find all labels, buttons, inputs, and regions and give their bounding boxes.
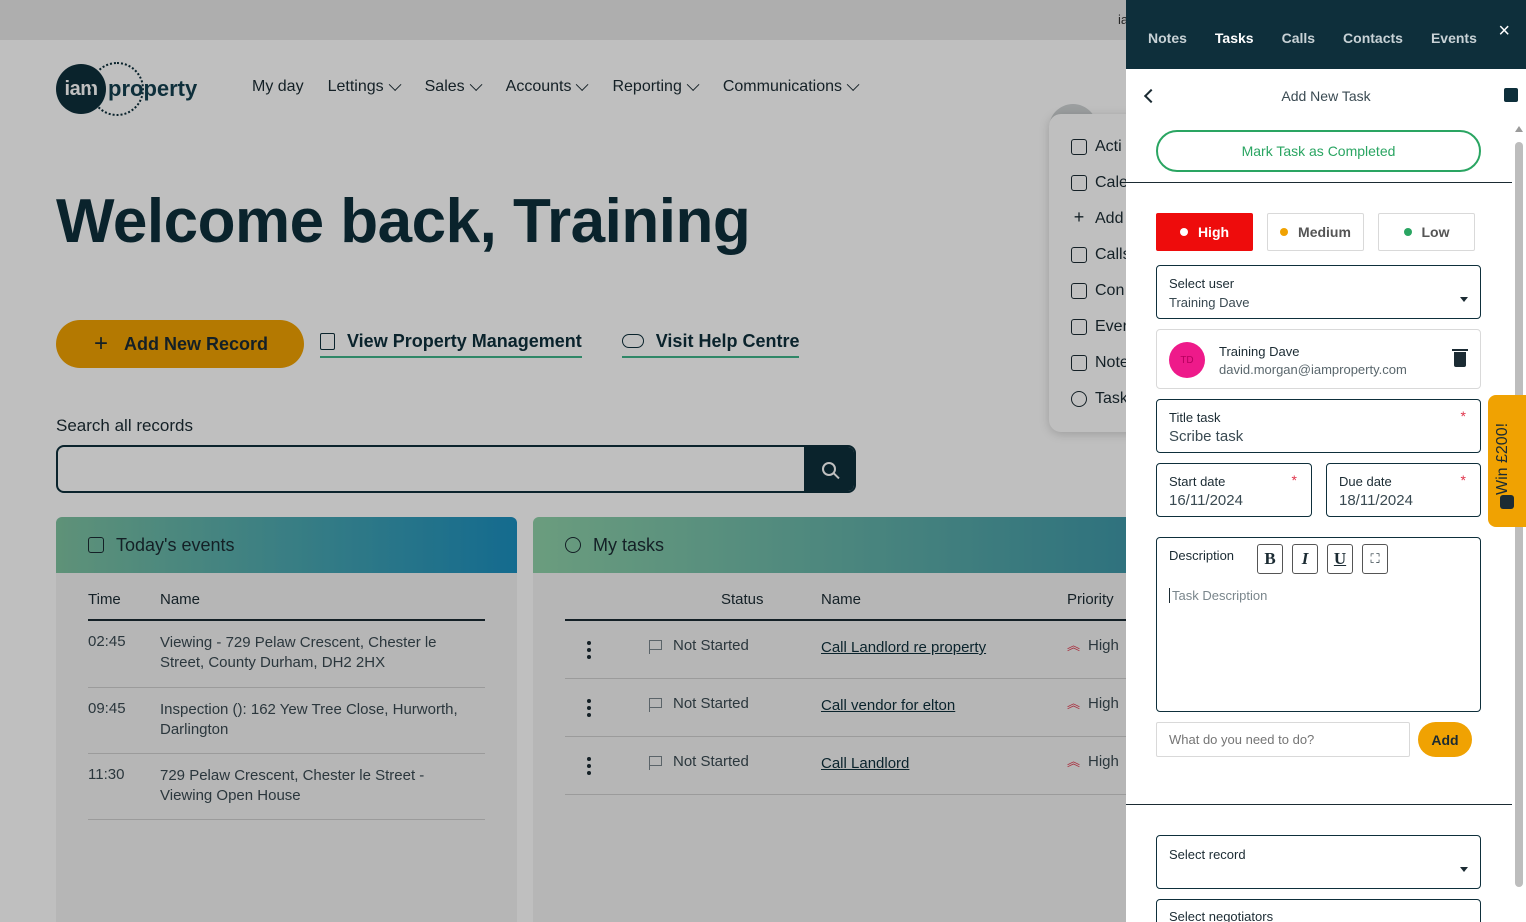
- description-editor[interactable]: Description B I U ⛶ Task Description: [1156, 537, 1481, 712]
- panel-sub-header: Add New Task: [1126, 69, 1526, 123]
- priority-low-button[interactable]: Low: [1378, 213, 1475, 251]
- avatar: TD: [1169, 342, 1205, 378]
- bold-button[interactable]: B: [1257, 544, 1283, 574]
- select-record-dropdown[interactable]: Select record: [1156, 835, 1481, 889]
- tab-events[interactable]: Events: [1431, 30, 1477, 46]
- scroll-up-arrow-icon[interactable]: [1515, 126, 1523, 132]
- select-user-dropdown[interactable]: Select user Training Dave: [1156, 265, 1481, 319]
- required-marker: *: [1460, 408, 1466, 424]
- description-placeholder[interactable]: Task Description: [1169, 588, 1267, 603]
- due-date-value: 18/11/2024: [1339, 492, 1413, 509]
- select-user-value: Training Dave: [1169, 295, 1250, 310]
- dropdown-caret-icon: [1460, 297, 1468, 302]
- priority-medium-button[interactable]: Medium: [1267, 213, 1364, 251]
- assigned-user-card: TD Training Dave david.morgan@iampropert…: [1156, 329, 1481, 389]
- user-name: Training Dave: [1219, 344, 1300, 359]
- tab-tasks[interactable]: Tasks: [1215, 30, 1254, 46]
- panel-title: Add New Task: [1281, 88, 1371, 104]
- priority-medium-label: Medium: [1298, 224, 1351, 240]
- priority-dot: [1403, 228, 1412, 236]
- close-icon[interactable]: ×: [1498, 20, 1510, 43]
- add-todo-button[interactable]: Add: [1418, 722, 1472, 757]
- select-negotiators-label: Select negotiators: [1169, 909, 1274, 922]
- todo-input[interactable]: [1156, 722, 1410, 757]
- win-promo-tab[interactable]: Win £200!: [1488, 395, 1526, 527]
- select-record-label: Select record: [1169, 847, 1246, 862]
- title-task-field[interactable]: Title task * Scribe task: [1156, 399, 1481, 453]
- expand-icon[interactable]: ⛶: [1362, 544, 1388, 574]
- select-user-label: Select user: [1169, 276, 1235, 291]
- divider: [1126, 182, 1512, 183]
- description-label: Description: [1169, 548, 1235, 563]
- priority-high-button[interactable]: High: [1156, 213, 1253, 251]
- win-promo-label: Win £200!: [1494, 422, 1511, 495]
- tab-contacts[interactable]: Contacts: [1343, 30, 1403, 46]
- panel-tabs: Notes Tasks Calls Contacts Events: [1148, 30, 1505, 46]
- task-side-panel: Notes Tasks Calls Contacts Events × Add …: [1126, 0, 1526, 922]
- title-task-label: Title task: [1169, 410, 1221, 425]
- description-toolbar: B I U ⛶: [1257, 544, 1397, 574]
- priority-dot: [1280, 228, 1289, 236]
- priority-low-label: Low: [1421, 224, 1450, 240]
- gift-icon: [1500, 495, 1514, 509]
- due-date-field[interactable]: Due date * 18/11/2024: [1326, 463, 1481, 517]
- start-date-label: Start date: [1169, 474, 1226, 489]
- logo-word: property: [108, 76, 198, 101]
- user-email: david.morgan@iamproperty.com: [1219, 362, 1407, 377]
- mark-task-completed-button[interactable]: Mark Task as Completed: [1156, 130, 1481, 172]
- italic-button[interactable]: I: [1292, 544, 1318, 574]
- title-task-value: Scribe task: [1169, 428, 1244, 445]
- dropdown-caret-icon: [1460, 867, 1468, 872]
- due-date-label: Due date: [1339, 474, 1392, 489]
- start-date-value: 16/11/2024: [1169, 492, 1243, 509]
- tab-notes[interactable]: Notes: [1148, 30, 1187, 46]
- tab-calls[interactable]: Calls: [1282, 30, 1315, 46]
- save-icon[interactable]: [1504, 88, 1518, 102]
- priority-dot: [1179, 228, 1188, 236]
- required-marker: *: [1460, 472, 1466, 488]
- divider: [1126, 804, 1512, 805]
- priority-high-label: High: [1197, 224, 1230, 240]
- trash-icon[interactable]: [1452, 349, 1468, 367]
- start-date-field[interactable]: Start date * 16/11/2024: [1156, 463, 1312, 517]
- underline-button[interactable]: U: [1327, 544, 1353, 574]
- panel-tab-bar: Notes Tasks Calls Contacts Events ×: [1126, 0, 1526, 69]
- required-marker: *: [1291, 472, 1297, 488]
- select-negotiators-dropdown[interactable]: Select negotiators: [1156, 899, 1481, 922]
